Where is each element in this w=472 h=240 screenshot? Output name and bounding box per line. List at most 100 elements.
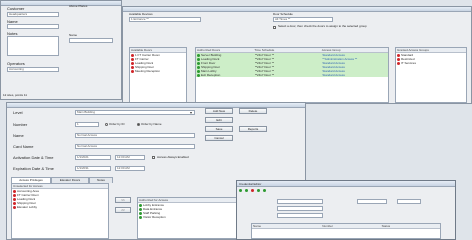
- authorized-header[interactable]: Authorized for Access: [138, 198, 237, 202]
- right-name-field[interactable]: [69, 38, 113, 43]
- cancel-button[interactable]: Cancel: [205, 135, 233, 141]
- col-number[interactable]: Number: [321, 224, 380, 228]
- titlebar: Credential Editor: [237, 181, 455, 187]
- save-button[interactable]: Save: [205, 126, 233, 132]
- door-closed-icon: [13, 197, 16, 201]
- activation-time-field[interactable]: 12:00 AM: [115, 155, 145, 160]
- door-closed-icon: [131, 53, 134, 57]
- door-closed-icon: [131, 61, 134, 65]
- granted-groups-list: Granted Access Groups Standard Restricte…: [395, 47, 467, 103]
- order-by-name-radio[interactable]: [137, 123, 140, 126]
- save-icon[interactable]: [257, 189, 260, 192]
- unselected-header: Unselected for Access: [13, 184, 43, 188]
- door-closed-icon: [13, 205, 16, 209]
- detail-field-3[interactable]: [277, 213, 323, 218]
- window-title: Credential Editor: [239, 182, 262, 186]
- card-name-field[interactable]: Normal Access: [75, 144, 195, 149]
- group-icon: [397, 61, 400, 65]
- edit-button[interactable]: Edit: [205, 117, 233, 123]
- table-row[interactable]: Exit Reception **24x7 Door ** Standard Acc…: [196, 73, 388, 77]
- credential-grid: Name Number Status: [251, 223, 441, 239]
- notes-field[interactable]: [7, 36, 59, 56]
- card-name-label: Card Name: [13, 144, 34, 149]
- titlebar: [123, 7, 471, 12]
- detail-field-1[interactable]: [277, 199, 323, 204]
- move-right-button[interactable]: >>: [115, 197, 131, 203]
- order-by-name-label: Order by Name: [141, 122, 162, 126]
- open-icon[interactable]: [245, 189, 248, 192]
- door-open-icon: [139, 211, 142, 215]
- name-field[interactable]: [7, 24, 59, 29]
- delete-button[interactable]: Delete: [239, 108, 267, 114]
- name-label: Name: [13, 133, 24, 138]
- group-icon: [397, 57, 400, 61]
- door-closed-icon: [13, 193, 16, 197]
- available-devices-select[interactable]: 1 Entrance **: [129, 17, 201, 22]
- detail-field-4[interactable]: [357, 199, 387, 204]
- door-closed-icon: [13, 201, 16, 205]
- level-select[interactable]: Main Building: [75, 110, 195, 115]
- door-closed-icon: [13, 189, 16, 193]
- col-authorized-doors[interactable]: Authorized Doors: [196, 48, 253, 52]
- available-doors-header: Available Doors: [131, 48, 152, 52]
- activation-label: Activation Date & Time: [13, 155, 54, 160]
- door-closed-icon: [131, 65, 134, 69]
- chevron-down-icon[interactable]: ▾: [190, 110, 192, 115]
- col-access-group[interactable]: Access Group: [321, 48, 388, 52]
- order-by-number-label: Order by ID: [109, 122, 125, 126]
- above-places-label: Above Places: [69, 4, 88, 8]
- door-closed-icon: [131, 69, 134, 73]
- reports-button[interactable]: Reports: [239, 126, 267, 132]
- authorized-doors-grid: Authorized Doors Time Schedule Access Gr…: [195, 47, 389, 103]
- assign-notice-checkbox[interactable]: [273, 26, 276, 29]
- customer-label: Customer: [7, 6, 25, 11]
- access-always-checkbox[interactable]: [152, 156, 155, 159]
- number-field[interactable]: 1: [75, 122, 99, 127]
- level-label: Level: [13, 110, 23, 115]
- list-item[interactable]: Elevator Lobby: [12, 205, 108, 209]
- expiration-date-field[interactable]: 1/1/2031: [75, 166, 111, 171]
- expiration-label: Expiration Date & Time: [13, 166, 54, 171]
- customer-window: Customer Headquarters Name Notes Operato…: [0, 0, 122, 100]
- door-open-icon: [197, 53, 200, 57]
- refresh-icon[interactable]: [263, 189, 266, 192]
- unselected-doors-list: Unselected for Access Accounting Area FT…: [11, 183, 109, 239]
- group-icon: [397, 53, 400, 57]
- list-item[interactable]: IT Services: [396, 61, 466, 65]
- status-text: 12 sites, points 11: [3, 93, 27, 97]
- operators-field[interactable]: Accounting: [7, 67, 59, 72]
- door-open-icon: [139, 207, 142, 211]
- col-status[interactable]: Status: [381, 224, 440, 228]
- move-left-button[interactable]: <<: [115, 207, 131, 213]
- assign-notice: Select a door, then check the doors to a…: [278, 24, 367, 28]
- access-always-label: Access Always Enabled: [157, 155, 189, 159]
- door-schedule-select[interactable]: All Times **: [273, 17, 333, 22]
- available-doors-list: Available Doors 1 FT Carrier Room FT Car…: [129, 47, 187, 103]
- door-open-icon: [197, 61, 200, 65]
- activation-date-field[interactable]: 1/1/2021: [75, 155, 111, 160]
- new-icon[interactable]: [239, 189, 242, 192]
- detail-field-2[interactable]: [277, 206, 323, 211]
- customer-field[interactable]: Headquarters: [7, 12, 59, 17]
- detail-field-5[interactable]: [397, 199, 421, 204]
- door-open-icon: [197, 65, 200, 69]
- door-open-icon: [197, 69, 200, 73]
- door-closed-icon: [131, 57, 134, 61]
- toolbar: [239, 189, 453, 195]
- credential-window: Credential Editor Name Number Status: [236, 180, 456, 240]
- order-by-number-radio[interactable]: [105, 123, 108, 126]
- door-open-icon: [139, 203, 142, 207]
- assign-doors-window: Available Devices 1 Entrance ** Door Sch…: [122, 6, 472, 104]
- col-name[interactable]: Name: [252, 224, 321, 228]
- door-open-icon: [139, 215, 142, 219]
- operators-label: Operators: [7, 61, 25, 66]
- expiration-time-field[interactable]: 12:00 AM: [115, 166, 145, 171]
- add-new-button[interactable]: Add New: [205, 108, 233, 114]
- granted-groups-header: Granted Access Groups: [397, 48, 429, 52]
- col-time-schedule[interactable]: Time Schedule: [253, 48, 320, 52]
- list-item[interactable]: Meeting Reception: [130, 69, 186, 73]
- delete-icon[interactable]: [251, 189, 254, 192]
- door-open-icon: [197, 57, 200, 61]
- number-label: Number: [13, 122, 28, 127]
- name-field[interactable]: Normal Access: [75, 133, 195, 138]
